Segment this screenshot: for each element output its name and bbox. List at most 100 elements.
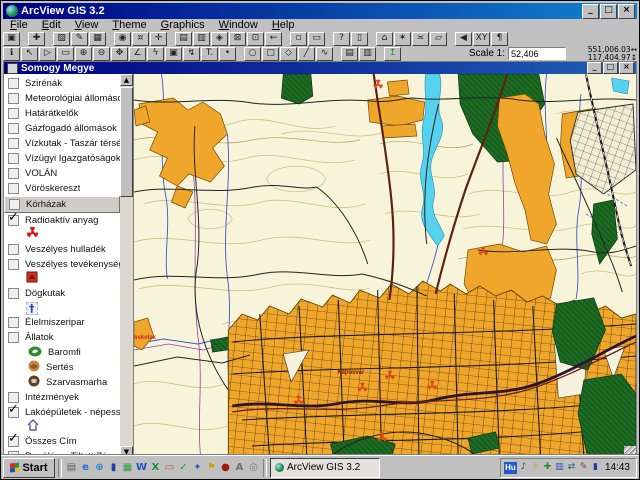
realplayer-icon[interactable]: ● bbox=[219, 460, 232, 475]
arcview-task-button[interactable]: ArcView GIS 3.2 bbox=[270, 458, 380, 478]
map-canvas[interactable]: Kaposvároskolak bbox=[134, 74, 636, 458]
theme-veszelyes-tevekenyseg[interactable]: Veszélyes tevékenység bbox=[4, 257, 120, 272]
go-tool[interactable]: ↥ bbox=[384, 47, 401, 61]
start-button[interactable]: Start bbox=[3, 458, 55, 478]
clip-themes-button[interactable]: ▥ bbox=[193, 32, 210, 46]
scrollbar-thumb[interactable] bbox=[120, 87, 133, 197]
close-button[interactable]: × bbox=[618, 4, 635, 19]
scheduler-icon[interactable]: ☼ bbox=[530, 462, 541, 474]
media-first-button[interactable]: ◀ bbox=[455, 32, 472, 46]
xy-coordinates-button[interactable]: XY bbox=[473, 32, 490, 46]
flag-tool-icon[interactable]: ⚑ bbox=[205, 460, 218, 475]
zoom-home-button[interactable]: ⌂ bbox=[376, 32, 393, 46]
floppy-save-icon[interactable]: ▮ bbox=[107, 460, 120, 475]
theme-checkbox-szirenak[interactable] bbox=[8, 78, 19, 89]
zoom-out-tool[interactable]: ⊖ bbox=[93, 47, 110, 61]
image-viewer-icon[interactable]: ▦ bbox=[121, 460, 134, 475]
run-script-button[interactable]: ▯ bbox=[351, 32, 368, 46]
locate-address-button[interactable]: ¤ bbox=[132, 32, 149, 46]
pan-tool[interactable]: ✥ bbox=[111, 47, 128, 61]
save-project-button[interactable]: ▣ bbox=[3, 32, 20, 46]
theme-checkbox-hataratkelok[interactable] bbox=[8, 108, 19, 119]
theme-korhazak[interactable]: Kórházak bbox=[4, 196, 120, 213]
theme-checkbox-allatok[interactable] bbox=[8, 332, 19, 343]
backup-disk-icon[interactable]: ▮ bbox=[590, 462, 601, 474]
open-theme-table-button[interactable]: ▦ bbox=[89, 32, 106, 46]
scale-input[interactable] bbox=[508, 47, 566, 60]
draw-line-tool[interactable]: ╱ bbox=[298, 47, 315, 61]
zoom-previous-button[interactable]: ← bbox=[265, 32, 282, 46]
area-select-tool[interactable]: ▣ bbox=[165, 47, 182, 61]
theme-gazfogado-allomasok[interactable]: Gázfogadó állomások bbox=[4, 121, 120, 136]
network-icon[interactable]: ⇄ bbox=[566, 462, 577, 474]
draw-rect-tool[interactable]: ▢ bbox=[262, 47, 279, 61]
view-minimize-button[interactable]: _ bbox=[587, 62, 602, 74]
messenger-icon[interactable]: ✦ bbox=[191, 460, 204, 475]
theme-intezmenyek[interactable]: Intézmények bbox=[4, 390, 120, 405]
excel-icon[interactable]: X bbox=[149, 460, 162, 475]
theme-checkbox-dogkutak[interactable] bbox=[8, 288, 19, 299]
theme-radioaktiv-anyag[interactable]: ✓Radioaktív anyag bbox=[4, 213, 120, 228]
theme-veszelyes-hulladek[interactable]: Veszélyes hulladék bbox=[4, 242, 120, 257]
field-calculator-button[interactable]: ¶ bbox=[491, 32, 508, 46]
pointer-tool[interactable]: ↖ bbox=[21, 47, 38, 61]
theme-allatok[interactable]: Állatok bbox=[4, 330, 120, 345]
create-frame-button[interactable]: ▭ bbox=[308, 32, 325, 46]
theme-elelmiszeripar[interactable]: Élelmiszeripar bbox=[4, 315, 120, 330]
theme-meteorologiai-allomasok[interactable]: Meteorológiai állomások bbox=[4, 91, 120, 106]
theme-checkbox-elelmiszeripar[interactable] bbox=[8, 317, 19, 328]
media-player-icon[interactable]: ✓ bbox=[177, 460, 190, 475]
spatial-join-button[interactable]: ◈ bbox=[211, 32, 228, 46]
app-titlebar[interactable]: ArcView GIS 3.2 _ □ × bbox=[3, 3, 637, 19]
measure-tool[interactable]: ∠ bbox=[129, 47, 146, 61]
text-label-tool[interactable]: T. bbox=[201, 47, 218, 61]
measure-scale-button[interactable]: ≍ bbox=[412, 32, 429, 46]
show-desktop-icon[interactable]: ▤ bbox=[65, 460, 78, 475]
theme-checkbox-veszelyes-hulladek[interactable] bbox=[8, 244, 19, 255]
zoom-full-extent-button[interactable]: ⊠ bbox=[229, 32, 246, 46]
cd-player-icon[interactable]: ◎ bbox=[247, 460, 260, 475]
query-builder-button[interactable]: ✛ bbox=[150, 32, 167, 46]
minimize-button[interactable]: _ bbox=[582, 4, 599, 19]
theme-checkbox-radioaktiv-anyag[interactable]: ✓ bbox=[8, 215, 19, 226]
internet-explorer-icon[interactable]: e bbox=[79, 460, 92, 475]
edit-legend-button[interactable]: ✎ bbox=[71, 32, 88, 46]
view-maximize-button[interactable]: □ bbox=[603, 62, 618, 74]
graph-tool[interactable]: ▥ bbox=[359, 47, 376, 61]
theme-volan[interactable]: VOLÁN bbox=[4, 166, 120, 181]
toc-scrollbar[interactable]: ▲ ▼ bbox=[120, 74, 133, 458]
theme-checkbox-meteorologiai-allomasok[interactable] bbox=[8, 93, 19, 104]
theme-checkbox-voroskereszt[interactable] bbox=[8, 183, 19, 194]
theme-checkbox-korhazak[interactable] bbox=[9, 199, 20, 210]
theme-checkbox-vizkutak-taszar-terseg[interactable] bbox=[8, 138, 19, 149]
select-features-button[interactable]: ▫ bbox=[290, 32, 307, 46]
theme-szirenak[interactable]: Szirénák bbox=[4, 76, 120, 91]
vertex-edit-tool[interactable]: ▷ bbox=[39, 47, 56, 61]
antivirus-icon[interactable]: ✚ bbox=[542, 462, 553, 474]
theme-checkbox-gazfogado-allomasok[interactable] bbox=[8, 123, 19, 134]
draw-point-tool[interactable]: • bbox=[219, 47, 236, 61]
theme-vizkutak-taszar-terseg[interactable]: Vízkutak - Taszár térség bbox=[4, 136, 120, 151]
zoom-in-tool[interactable]: ⊕ bbox=[75, 47, 92, 61]
theme-osszes-cim[interactable]: ✓Összes Cím bbox=[4, 434, 120, 449]
theme-checkbox-vizugyi-igazgatosagok[interactable] bbox=[8, 153, 19, 164]
view-titlebar[interactable]: Somogy Megye _ □ × bbox=[4, 62, 636, 74]
theme-vizugyi-igazgatosagok[interactable]: Vízügyi Igazgatóságok bbox=[4, 151, 120, 166]
hotlink-tool[interactable]: ↯ bbox=[183, 47, 200, 61]
find-button[interactable]: ◉ bbox=[114, 32, 131, 46]
theme-hataratkelok[interactable]: Határátkelők bbox=[4, 106, 120, 121]
theme-checkbox-lakoepuletek-nepesseg[interactable]: ✓ bbox=[8, 407, 19, 418]
maximize-button[interactable]: □ bbox=[600, 4, 617, 19]
merge-themes-button[interactable]: ▤ bbox=[175, 32, 192, 46]
graphics-icon[interactable]: ✎ bbox=[578, 462, 589, 474]
theme-checkbox-veszelyes-tevekenyseg[interactable] bbox=[8, 259, 19, 270]
draw-circle-tool[interactable]: ○ bbox=[244, 47, 261, 61]
help-pointer-button[interactable]: ? bbox=[333, 32, 350, 46]
text-editor-icon[interactable]: A bbox=[233, 460, 246, 475]
theme-voroskereszt[interactable]: Vöröskereszt bbox=[4, 181, 120, 196]
browser-globe-icon[interactable]: ⊕ bbox=[93, 460, 106, 475]
draw-polyline-tool[interactable]: ∿ bbox=[316, 47, 333, 61]
keyboard-layout-indicator[interactable]: Hu bbox=[504, 462, 517, 474]
hotlink-button[interactable]: ✶ bbox=[394, 32, 411, 46]
view-close-button[interactable]: × bbox=[619, 62, 634, 74]
